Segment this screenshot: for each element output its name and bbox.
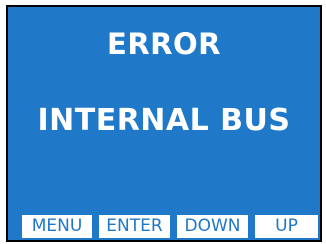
device-display: ERROR INTERNAL BUS MENU ENTER DOWN UP: [6, 5, 322, 242]
error-title: ERROR: [107, 27, 221, 61]
error-message: INTERNAL BUS: [37, 103, 291, 138]
softkey-bar: MENU ENTER DOWN UP: [22, 215, 318, 238]
enter-button[interactable]: ENTER: [99, 215, 170, 238]
down-button[interactable]: DOWN: [177, 215, 248, 238]
up-button[interactable]: UP: [255, 215, 318, 238]
menu-button[interactable]: MENU: [22, 215, 92, 238]
